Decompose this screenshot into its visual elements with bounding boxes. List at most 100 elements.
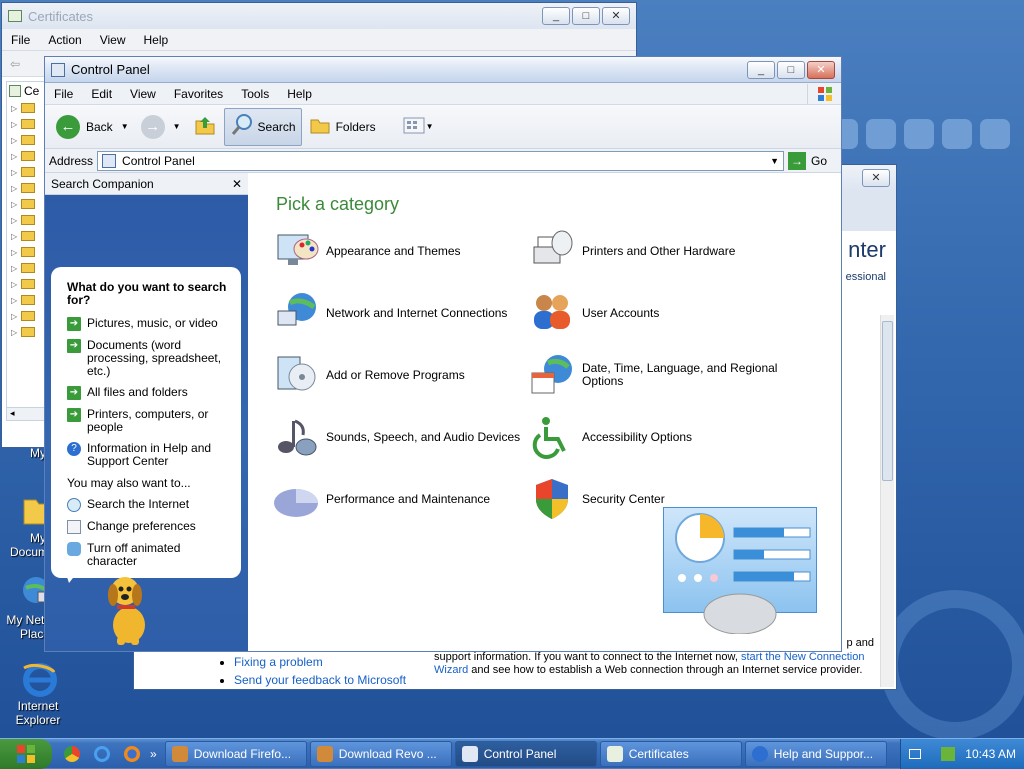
search-option-pictures[interactable]: ➔ Pictures, music, or video <box>67 317 229 331</box>
quick-launch-more-icon[interactable]: » <box>150 747 157 761</box>
category-sounds-speech[interactable]: Sounds, Speech, and Audio Devices <box>272 413 520 461</box>
back-button[interactable]: ← Back ▼ <box>51 108 134 146</box>
menu-file[interactable]: File <box>2 33 39 47</box>
category-security-center[interactable]: Security Center <box>528 475 665 523</box>
tree-root[interactable]: Ce <box>7 82 45 100</box>
expand-icon[interactable]: ▷ <box>11 168 17 177</box>
expand-icon[interactable]: ▷ <box>11 200 17 209</box>
tree-node[interactable]: ▷ <box>7 212 45 228</box>
close-button[interactable]: ✕ <box>602 7 630 25</box>
views-button[interactable]: ▼ <box>397 108 439 146</box>
category-accessibility[interactable]: Accessibility Options <box>528 413 692 461</box>
tree-node[interactable]: ▷ <box>7 164 45 180</box>
menu-edit[interactable]: Edit <box>82 87 121 101</box>
scroll-thumb[interactable] <box>882 321 893 481</box>
task-download-firefox[interactable]: Download Firefo... <box>164 740 307 767</box>
menu-tools[interactable]: Tools <box>232 87 278 101</box>
search-dog-character[interactable] <box>99 571 159 650</box>
category-date-time-language[interactable]: Date, Time, Language, and Regional Optio… <box>528 351 782 399</box>
tree-node[interactable]: ▷ <box>7 324 45 340</box>
maximize-button[interactable]: □ <box>572 7 600 25</box>
expand-icon[interactable]: ▷ <box>11 328 17 337</box>
dropdown-arrow-icon[interactable]: ▼ <box>121 122 129 131</box>
search-internet-option[interactable]: Search the Internet <box>67 498 229 512</box>
change-preferences-option[interactable]: Change preferences <box>67 520 229 534</box>
expand-icon[interactable]: ▷ <box>11 136 17 145</box>
menu-favorites[interactable]: Favorites <box>165 87 232 101</box>
network-tray-icon[interactable] <box>941 747 956 761</box>
address-dropdown-icon[interactable]: ▼ <box>770 156 779 166</box>
menu-help[interactable]: Help <box>135 33 178 47</box>
category-user-accounts[interactable]: User Accounts <box>528 289 659 337</box>
up-folder-button[interactable] <box>188 108 222 146</box>
menu-view[interactable]: View <box>121 87 165 101</box>
minimize-button[interactable]: _ <box>747 60 775 79</box>
address-field[interactable]: Control Panel ▼ <box>97 150 784 171</box>
start-button[interactable] <box>0 738 52 769</box>
clock[interactable]: 10:43 AM <box>965 747 1016 761</box>
menu-help[interactable]: Help <box>278 87 321 101</box>
category-performance-maintenance[interactable]: Performance and Maintenance <box>272 475 490 523</box>
tree-node[interactable]: ▷ <box>7 132 45 148</box>
expand-icon[interactable]: ▷ <box>11 296 17 305</box>
search-button[interactable]: Search <box>223 107 302 146</box>
back-arrow-icon[interactable]: ⇦ <box>10 57 20 71</box>
expand-icon[interactable]: ▷ <box>11 280 17 289</box>
certificates-titlebar[interactable]: Certificates _ □ ✕ <box>2 3 636 29</box>
tree-node[interactable]: ▷ <box>7 276 45 292</box>
minimize-button[interactable]: _ <box>542 7 570 25</box>
help-link-feedback[interactable]: Send your feedback to Microsoft <box>234 673 406 687</box>
internet-explorer-icon[interactable] <box>94 745 110 762</box>
tree-node[interactable]: ▷ <box>7 308 45 324</box>
expand-icon[interactable]: ▷ <box>11 232 17 241</box>
search-option-all-files[interactable]: ➔ All files and folders <box>67 386 229 400</box>
category-network-internet[interactable]: Network and Internet Connections <box>272 289 507 337</box>
task-certificates[interactable]: Certificates <box>599 740 742 767</box>
close-button[interactable]: ✕ <box>807 60 835 79</box>
menu-action[interactable]: Action <box>39 33 90 47</box>
expand-icon[interactable]: ▷ <box>11 264 17 273</box>
tree-node[interactable]: ▷ <box>7 260 45 276</box>
horizontal-scrollbar[interactable]: ◂ <box>6 407 46 421</box>
desktop-icon-internet-explorer[interactable]: Internet Explorer <box>2 660 74 727</box>
task-control-panel[interactable]: Control Panel <box>454 740 597 767</box>
tree-node[interactable]: ▷ <box>7 228 45 244</box>
tree-node[interactable]: ▷ <box>7 100 45 116</box>
chrome-icon[interactable] <box>64 745 80 762</box>
firefox-icon[interactable] <box>124 745 140 762</box>
close-button[interactable]: ✕ <box>862 169 890 187</box>
expand-icon[interactable]: ▷ <box>11 104 17 113</box>
expand-icon[interactable]: ▷ <box>11 248 17 257</box>
search-option-documents[interactable]: ➔ Documents (word processing, spreadsheet… <box>67 339 229 378</box>
task-help-support[interactable]: Help and Suppor... <box>744 740 887 767</box>
menu-view[interactable]: View <box>91 33 135 47</box>
tree-node[interactable]: ▷ <box>7 244 45 260</box>
category-appearance-themes[interactable]: Appearance and Themes <box>272 227 461 275</box>
task-download-revo[interactable]: Download Revo ... <box>309 740 452 767</box>
expand-icon[interactable]: ▷ <box>11 184 17 193</box>
help-link-fixing[interactable]: Fixing a problem <box>234 655 323 669</box>
go-button[interactable]: → Go <box>787 151 837 170</box>
folders-button[interactable]: Folders <box>304 108 381 146</box>
expand-icon[interactable]: ▷ <box>11 312 17 321</box>
vertical-scrollbar[interactable] <box>880 315 894 687</box>
turn-off-character-option[interactable]: Turn off animated character <box>67 542 229 568</box>
tree-node[interactable]: ▷ <box>7 148 45 164</box>
search-option-printers[interactable]: ➔ Printers, computers, or people <box>67 408 229 434</box>
dropdown-arrow-icon[interactable]: ▼ <box>426 122 434 131</box>
dropdown-arrow-icon[interactable]: ▼ <box>173 122 181 131</box>
tree-node[interactable]: ▷ <box>7 292 45 308</box>
expand-icon[interactable]: ▷ <box>11 216 17 225</box>
forward-button[interactable]: → ▼ <box>136 108 186 146</box>
keyboard-icon[interactable] <box>909 749 922 759</box>
menu-file[interactable]: File <box>45 87 82 101</box>
tree-node[interactable]: ▷ <box>7 180 45 196</box>
expand-icon[interactable]: ▷ <box>11 152 17 161</box>
category-printers-hardware[interactable]: Printers and Other Hardware <box>528 227 735 275</box>
search-option-help[interactable]: ? Information in Help and Support Center <box>67 442 229 468</box>
maximize-button[interactable]: □ <box>777 60 805 79</box>
expand-icon[interactable]: ▷ <box>11 120 17 129</box>
tree-node[interactable]: ▷ <box>7 196 45 212</box>
category-add-remove-programs[interactable]: Add or Remove Programs <box>272 351 465 399</box>
control-panel-titlebar[interactable]: Control Panel _ □ ✕ <box>45 57 841 83</box>
